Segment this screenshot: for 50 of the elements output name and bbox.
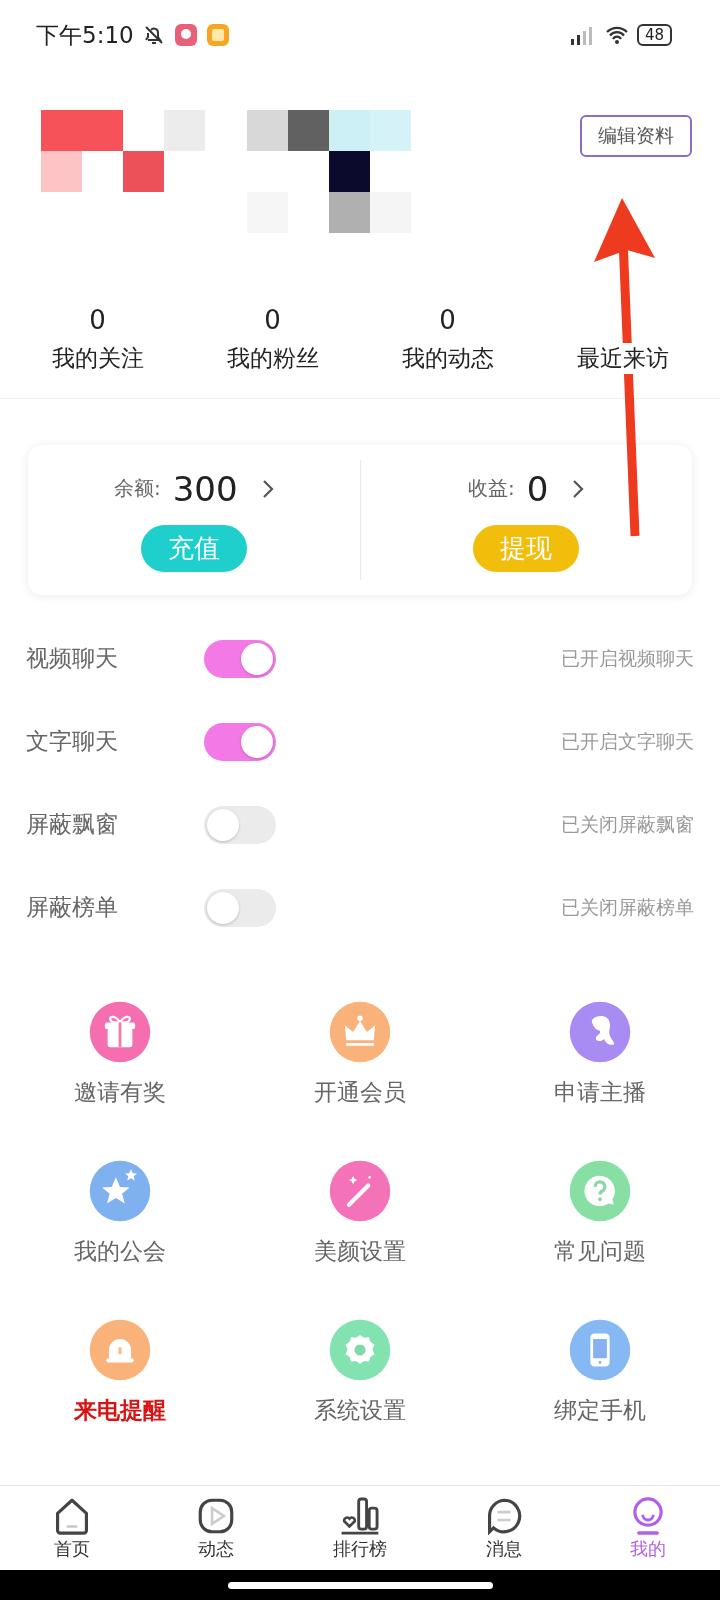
- toggle-switch[interactable]: [204, 722, 276, 761]
- tab-item[interactable]: 消息: [459, 1495, 549, 1561]
- tab-item[interactable]: 排行榜: [315, 1495, 405, 1561]
- toggle-label: 视频聊天: [26, 644, 119, 673]
- wallet-label: 余额:: [113, 475, 161, 502]
- crown-icon[interactable]: [327, 999, 393, 1065]
- feature-label[interactable]: 常见问题: [554, 1236, 646, 1267]
- stat-label[interactable]: 最近来访: [576, 343, 669, 374]
- bell-icon[interactable]: [87, 1317, 153, 1383]
- toggle-switch[interactable]: [204, 888, 276, 927]
- question-icon[interactable]: [567, 1158, 633, 1224]
- stat-value: 0: [264, 305, 281, 337]
- settings-icon[interactable]: [327, 1317, 393, 1383]
- toggle-switch[interactable]: [204, 639, 276, 678]
- feature-label[interactable]: 系统设置: [314, 1395, 406, 1426]
- feature-label[interactable]: 绑定手机: [554, 1395, 646, 1426]
- app-icon: [173, 23, 198, 47]
- toggle-label: 文字聊天: [26, 727, 119, 756]
- chevron-right-icon[interactable]: [572, 478, 585, 499]
- toggle-switch[interactable]: [204, 805, 276, 844]
- tab-item[interactable]: 首页: [27, 1495, 117, 1561]
- feature-label[interactable]: 邀请有奖: [74, 1077, 166, 1108]
- wallet-label: 收益:: [468, 475, 515, 502]
- toggle-status: 已开启视频聊天: [561, 645, 694, 671]
- feature-label[interactable]: 我的公会: [74, 1236, 166, 1267]
- feature-label[interactable]: 来电提醒: [74, 1395, 166, 1426]
- battery-indicator: 48: [636, 24, 672, 46]
- tab-item[interactable]: 动态: [171, 1495, 261, 1561]
- ranking-icon: [339, 1495, 381, 1537]
- chevron-right-icon[interactable]: [261, 478, 274, 499]
- edit-profile-button[interactable]: 编辑资料: [580, 115, 692, 157]
- feature-label[interactable]: 申请主播: [554, 1077, 646, 1108]
- feature-label[interactable]: 美颜设置: [314, 1236, 406, 1267]
- tab-item[interactable]: 我的: [603, 1495, 693, 1561]
- home-indicator[interactable]: [227, 1581, 493, 1589]
- stat-value: 0: [439, 305, 456, 337]
- toggle-status: 已关闭屏蔽飘窗: [561, 811, 694, 837]
- toggle-label: 屏蔽飘窗: [26, 810, 119, 839]
- gift-icon[interactable]: [87, 999, 153, 1065]
- stat-value: 0: [89, 305, 106, 337]
- toggle-status: 已开启文字聊天: [561, 728, 694, 754]
- status-time: 下午5:10: [36, 20, 134, 50]
- feature-label[interactable]: 开通会员: [314, 1077, 406, 1108]
- toggle-status: 已关闭屏蔽榜单: [561, 894, 694, 920]
- wallet-amount[interactable]: 0: [526, 468, 549, 509]
- app-icon: [205, 23, 230, 47]
- phone-icon[interactable]: [567, 1317, 633, 1383]
- magic-wand-icon[interactable]: [327, 1158, 393, 1224]
- toggle-label: 屏蔽榜单: [26, 893, 119, 922]
- wallet-amount[interactable]: 300: [172, 468, 238, 509]
